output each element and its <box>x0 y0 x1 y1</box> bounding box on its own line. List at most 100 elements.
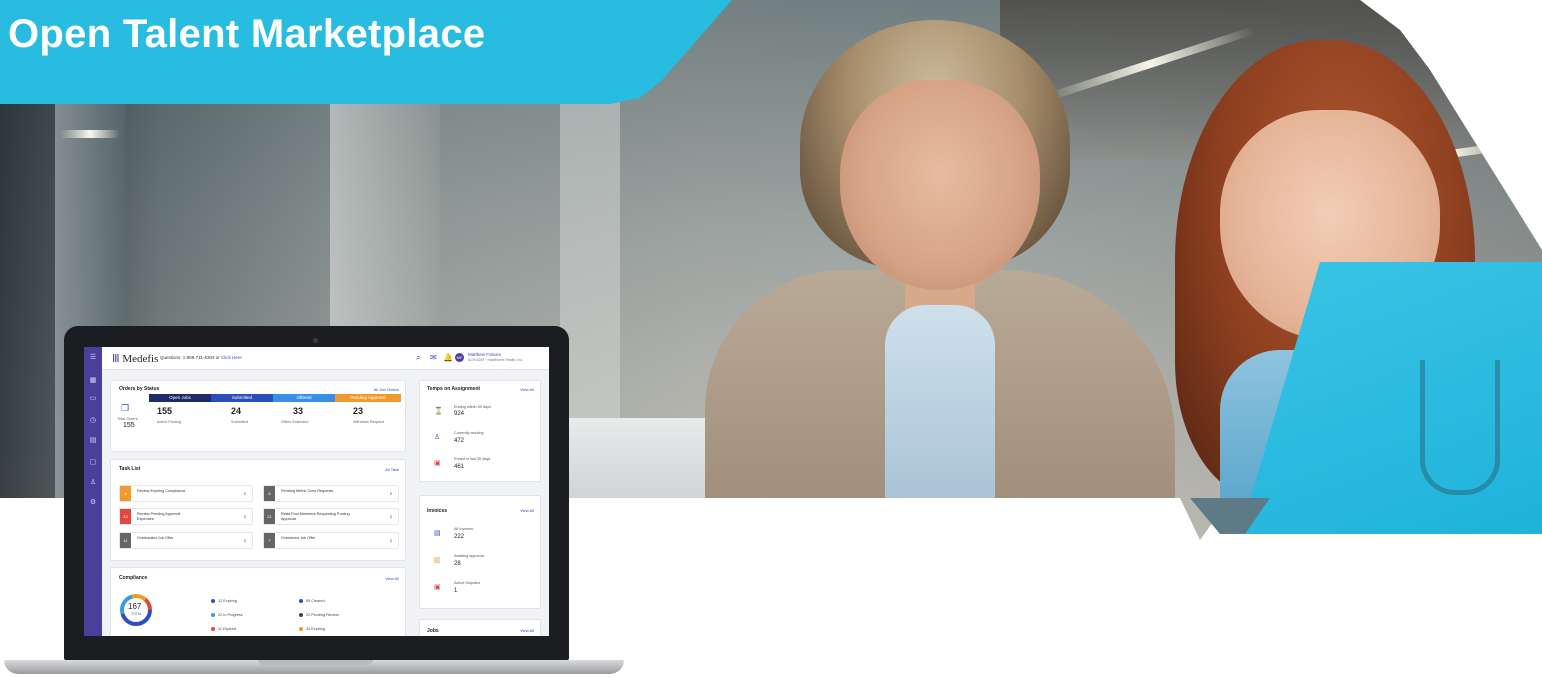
laptop-camera <box>313 338 318 343</box>
compliance-title: Compliance <box>119 575 148 581</box>
briefcase-icon[interactable]: ▭ <box>89 395 97 402</box>
legend-item: 11 Expired <box>211 627 236 631</box>
avatar[interactable]: MF <box>455 353 464 362</box>
gear-icon[interactable]: ⚙ <box>89 499 97 506</box>
compliance-view-all-link[interactable]: View All <box>385 576 399 581</box>
temps-view-all-link[interactable]: View All <box>520 387 534 392</box>
mail-icon[interactable]: ✉ <box>430 353 437 362</box>
jobs-card: Jobs View All <box>419 619 541 636</box>
task-item[interactable]: 21 Read Pool Members Requesting Pooling … <box>263 508 399 525</box>
task-badge: 11 <box>120 533 131 548</box>
task-count: 2 <box>389 538 392 543</box>
invoice-item-value: 222 <box>454 534 465 540</box>
pending-approval-segment[interactable]: Pending Approval <box>335 394 401 402</box>
orders-icon: ❐ <box>121 403 130 413</box>
app-header: Ⅲ Medefis Questions: 1-866-711-6303 or C… <box>102 347 549 370</box>
open-jobs-value: 155 <box>157 406 173 416</box>
legend-item: 12 Expiring <box>211 599 237 603</box>
click-here-link[interactable]: Click Here <box>221 355 242 360</box>
open-jobs-sub: Active Posting <box>157 420 182 424</box>
laptop-notch <box>258 660 373 665</box>
grid-icon[interactable]: ▦ <box>89 377 97 384</box>
task-item[interactable]: 7 Overdered Job Offer 2 <box>263 532 399 549</box>
invoice-item-value: 1 <box>454 588 458 594</box>
page-title: Open Talent Marketplace <box>8 12 486 56</box>
task-badge: 4 <box>120 486 131 501</box>
calendar-icon: ▣ <box>434 460 441 467</box>
invoice-item-value: 28 <box>454 561 461 567</box>
menu-icon[interactable]: ☰ <box>89 354 97 361</box>
task-count: 2 <box>243 538 246 543</box>
offered-value: 33 <box>293 406 304 416</box>
ceiling-light <box>60 130 120 138</box>
task-label: Overhauled Job Offer <box>137 536 174 540</box>
clock-icon[interactable]: ◷ <box>89 417 97 424</box>
legend-item: 22 In Progress <box>211 613 243 617</box>
task-list-card: Task List All Task 4 Review Expiring Com… <box>110 459 406 561</box>
task-badge: 6 <box>264 486 275 501</box>
task-count: 2 <box>389 514 392 519</box>
orders-title: Orders by Status <box>119 386 160 392</box>
woman-left-shirt <box>885 305 995 505</box>
task-badge: 13 <box>120 509 131 524</box>
legend-item: 55 Cleared <box>299 599 325 603</box>
invoice-icon: ▤ <box>434 530 441 537</box>
woman-left-face <box>840 80 1040 290</box>
user-name[interactable]: Matthew Folsom <box>468 352 501 357</box>
invoices-card: Invoices View All ▤ All Invoices 222 ▥ A… <box>419 495 541 609</box>
temps-item-value: 461 <box>454 464 465 470</box>
jobs-view-all-link[interactable]: View All <box>520 628 534 633</box>
temps-item-label: Ended in last 30 days <box>454 457 491 461</box>
task-item[interactable]: 4 Review Expiring Compliance 2 <box>119 485 253 502</box>
people-icon[interactable]: ♙ <box>89 479 97 486</box>
bell-icon[interactable]: 🔔 <box>443 353 453 362</box>
compliance-card: Compliance View All 167 TOTAL 12 Expirin… <box>110 567 406 636</box>
temps-item-value: 924 <box>454 411 465 417</box>
invoice-item-label: All Invoices <box>454 527 474 531</box>
task-badge: 21 <box>264 509 275 524</box>
total-orders-label: Total Orders <box>117 417 138 421</box>
invoices-view-all-link[interactable]: View All <box>520 508 534 513</box>
task-item[interactable]: 6 Pending Metric Crew Requests 2 <box>263 485 399 502</box>
all-task-link[interactable]: All Task <box>385 467 399 472</box>
jobs-title: Jobs <box>427 628 439 634</box>
temps-item-label: Ending within 30 days <box>454 405 491 409</box>
temps-item-value: 472 <box>454 438 465 444</box>
task-label: Pending Metric Crew Requests <box>281 489 334 493</box>
document-icon[interactable]: ▤ <box>89 437 97 444</box>
task-badge: 7 <box>264 533 275 548</box>
laptop-screen: ☰ ▦ ▭ ◷ ▤ ▢ ♙ ⚙ Ⅲ Medefis Questions: 1-8… <box>84 347 549 636</box>
dispute-icon: ▣ <box>434 584 441 591</box>
temps-title: Temps on Assignment <box>427 386 481 392</box>
task-item[interactable]: 13 Review Pending Approval Expenses 2 <box>119 508 253 525</box>
offered-segment[interactable]: Offered <box>273 394 335 402</box>
stethoscope <box>1420 360 1500 495</box>
submitted-segment[interactable]: Submitted <box>211 394 273 402</box>
temps-item-label: Currently working <box>454 431 484 435</box>
offered-sub: Offers Extended <box>281 420 309 424</box>
submitted-value: 24 <box>231 406 242 416</box>
open-jobs-segment[interactable]: Open Jobs <box>149 394 211 402</box>
hourglass-icon: ⌛ <box>434 408 443 415</box>
support-phone: Questions: 1-866-711-6303 or Click Here <box>160 355 242 360</box>
folder-icon[interactable]: ▢ <box>89 459 97 466</box>
search-icon[interactable]: ⌕ <box>416 353 420 363</box>
compliance-total-label: TOTAL <box>131 612 142 616</box>
task-item[interactable]: 11 Overhauled Job Offer 2 <box>119 532 253 549</box>
logo[interactable]: Ⅲ Medefis <box>112 352 158 365</box>
clipboard-icon: ▥ <box>434 557 441 564</box>
legend-item: 22 Pending Review <box>299 613 339 617</box>
compliance-total: 167 <box>128 602 142 611</box>
all-job-orders-link[interactable]: All Job Orders <box>374 387 399 392</box>
sidebar: ☰ ▦ ▭ ◷ ▤ ▢ ♙ ⚙ <box>84 347 102 636</box>
pending-sub: Withdraw Request <box>353 420 385 424</box>
task-label: Read Pool Members Requesting Pooling App… <box>281 512 350 521</box>
task-label: Review Expiring Compliance <box>137 489 186 493</box>
legend-item: 34 Expiring <box>299 627 325 631</box>
person-icon: ♙ <box>434 434 441 441</box>
task-label: Review Pending Approval Expenses <box>137 512 181 521</box>
task-count: 2 <box>243 514 246 519</box>
user-org: ACH-6287 · Hawthorne Health, Inc. <box>468 358 524 362</box>
task-count: 2 <box>389 491 392 496</box>
submitted-sub: Submitted <box>231 420 249 424</box>
